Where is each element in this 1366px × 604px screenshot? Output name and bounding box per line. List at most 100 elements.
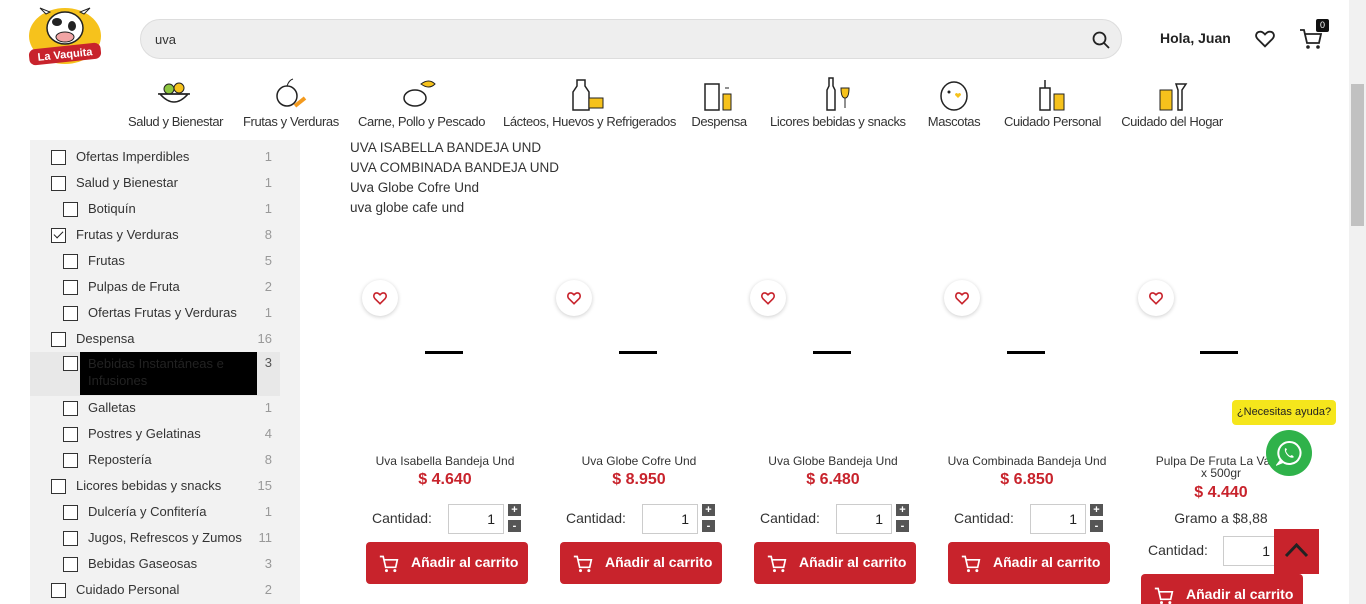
scroll-to-top-button[interactable]	[1274, 529, 1319, 574]
store-logo[interactable]: La Vaquita	[26, 6, 104, 70]
cart-count-badge: 0	[1316, 19, 1329, 32]
filter-count: 15	[257, 478, 272, 493]
quantity-input[interactable]: 1	[448, 504, 504, 534]
filter-item[interactable]: Bebidas Instantáneas e Infusiones 3	[30, 352, 280, 396]
quantity-minus-button[interactable]: -	[896, 520, 909, 532]
product-image-placeholder[interactable]	[425, 351, 463, 354]
filter-checkbox[interactable]	[51, 479, 66, 494]
quantity-minus-button[interactable]: -	[702, 520, 715, 532]
filter-checkbox[interactable]	[63, 427, 78, 442]
suggestion-item[interactable]: uva globe cafe und	[350, 198, 559, 218]
category-bar: Salud y Bienestar Frutas y Verduras Carn…	[0, 74, 1366, 134]
quantity-minus-button[interactable]: -	[1090, 520, 1103, 532]
filter-label: Jugos, Refrescos y Zumos	[88, 530, 242, 545]
filter-count: 2	[264, 582, 272, 597]
add-to-cart-button[interactable]: Añadir al carrito	[948, 542, 1110, 584]
filter-checkbox[interactable]	[63, 531, 78, 546]
category-label: Cuidado del Hogar	[1121, 114, 1223, 129]
category-frutas-y-verduras[interactable]: Frutas y Verduras	[243, 74, 339, 134]
quantity-plus-button[interactable]: +	[702, 504, 715, 516]
filter-item[interactable]: Botiquín 1	[30, 198, 300, 224]
filter-label: Ofertas Frutas y Verduras	[88, 305, 237, 320]
category-carne-pollo-pescado[interactable]: Carne, Pollo y Pescado	[358, 74, 485, 134]
filter-checkbox[interactable]	[51, 176, 66, 191]
filter-item[interactable]: Jugos, Refrescos y Zumos 11	[30, 527, 300, 553]
quantity-plus-button[interactable]: +	[1090, 504, 1103, 516]
whatsapp-button[interactable]	[1266, 430, 1312, 476]
category-lacteos[interactable]: Lácteos, Huevos y Refrigerados	[503, 74, 676, 134]
add-to-cart-button[interactable]: Añadir al carrito	[366, 542, 528, 584]
add-to-cart-label: Añadir al carrito	[799, 554, 907, 570]
filter-item[interactable]: Despensa 16	[30, 328, 300, 354]
filter-checkbox[interactable]	[63, 401, 78, 416]
category-licores[interactable]: Licores bebidas y snacks	[770, 74, 906, 134]
favorite-button[interactable]	[362, 280, 398, 316]
user-greeting[interactable]: Hola, Juan	[1160, 30, 1231, 46]
add-to-cart-button[interactable]: Añadir al carrito	[1141, 574, 1303, 604]
favorite-button[interactable]	[750, 280, 786, 316]
category-despensa[interactable]: Despensa	[690, 74, 748, 134]
category-mascotas[interactable]: Mascotas	[926, 74, 982, 134]
search-icon[interactable]	[1091, 30, 1111, 50]
filter-item[interactable]: Ofertas Frutas y Verduras 1	[30, 302, 300, 328]
filter-checkbox[interactable]	[51, 583, 66, 598]
filter-checkbox-checked[interactable]	[51, 228, 66, 243]
add-to-cart-button[interactable]: Añadir al carrito	[560, 542, 722, 584]
category-cuidado-personal[interactable]: Cuidado Personal	[1004, 74, 1101, 134]
favorite-button[interactable]	[944, 280, 980, 316]
filter-checkbox[interactable]	[63, 280, 78, 295]
filter-checkbox[interactable]	[63, 306, 78, 321]
filter-checkbox[interactable]	[63, 356, 78, 371]
filter-item[interactable]: Frutas 5	[30, 250, 300, 276]
filter-checkbox[interactable]	[63, 202, 78, 217]
scrollbar-thumb[interactable]	[1351, 84, 1364, 226]
search-input[interactable]	[155, 29, 1055, 49]
filter-item[interactable]: Pulpas de Fruta 2	[30, 276, 300, 302]
category-salud-y-bienestar[interactable]: Salud y Bienestar	[128, 74, 223, 134]
filter-checkbox[interactable]	[63, 505, 78, 520]
filter-item[interactable]: Dulcería y Confitería 1	[30, 501, 300, 527]
cart-icon	[961, 555, 981, 573]
cart-icon	[767, 555, 787, 573]
favorite-button[interactable]	[556, 280, 592, 316]
filter-item[interactable]: Bebidas Gaseosas 3	[30, 553, 300, 579]
filter-item[interactable]: Licores bebidas y snacks 15	[30, 475, 300, 501]
suggestion-item[interactable]: Uva Globe Cofre Und	[350, 178, 559, 198]
product-name[interactable]: Uva Combinada Bandeja Und	[932, 454, 1122, 468]
quantity-input[interactable]: 1	[642, 504, 698, 534]
product-image-placeholder[interactable]	[619, 351, 657, 354]
category-cuidado-hogar[interactable]: Cuidado del Hogar	[1121, 74, 1223, 134]
filter-item[interactable]: Repostería 8	[30, 449, 300, 475]
suggestion-item[interactable]: UVA COMBINADA BANDEJA UND	[350, 158, 559, 178]
quantity-input[interactable]: 1	[1030, 504, 1086, 534]
product-image-placeholder[interactable]	[813, 351, 851, 354]
suggestion-item[interactable]: UVA ISABELLA BANDEJA UND	[350, 138, 559, 158]
product-name[interactable]: Uva Globe Cofre Und	[544, 454, 734, 468]
quantity-input[interactable]: 1	[836, 504, 892, 534]
quantity-input[interactable]: 1	[1223, 536, 1279, 566]
meat-fish-icon	[403, 80, 436, 107]
filter-checkbox[interactable]	[51, 332, 66, 347]
filter-item[interactable]: Ofertas Imperdibles 1	[30, 146, 300, 172]
filter-item[interactable]: Frutas y Verduras 8	[30, 224, 300, 250]
quantity-plus-button[interactable]: +	[508, 504, 521, 516]
filter-checkbox[interactable]	[63, 557, 78, 572]
product-image-placeholder[interactable]	[1200, 351, 1238, 354]
filter-checkbox[interactable]	[63, 453, 78, 468]
filter-item[interactable]: Cuidado Personal 2	[30, 579, 300, 604]
product-name[interactable]: Uva Isabella Bandeja Und	[350, 454, 540, 468]
quantity-minus-button[interactable]: -	[508, 520, 521, 532]
favorite-button[interactable]	[1138, 280, 1174, 316]
favorites-heart-icon[interactable]	[1254, 28, 1276, 50]
filter-item[interactable]: Galletas 1	[30, 397, 300, 423]
filter-checkbox[interactable]	[51, 150, 66, 165]
product-name[interactable]: Uva Globe Bandeja Und	[738, 454, 928, 468]
filter-checkbox[interactable]	[63, 254, 78, 269]
product-image-placeholder[interactable]	[1007, 351, 1045, 354]
filter-item[interactable]: Postres y Gelatinas 4	[30, 423, 300, 449]
filter-item[interactable]: Salud y Bienestar 1	[30, 172, 300, 198]
filter-count: 3	[264, 355, 272, 370]
help-tooltip[interactable]: ¿Necesitas ayuda?	[1232, 400, 1336, 425]
add-to-cart-button[interactable]: Añadir al carrito	[754, 542, 916, 584]
quantity-plus-button[interactable]: +	[896, 504, 909, 516]
